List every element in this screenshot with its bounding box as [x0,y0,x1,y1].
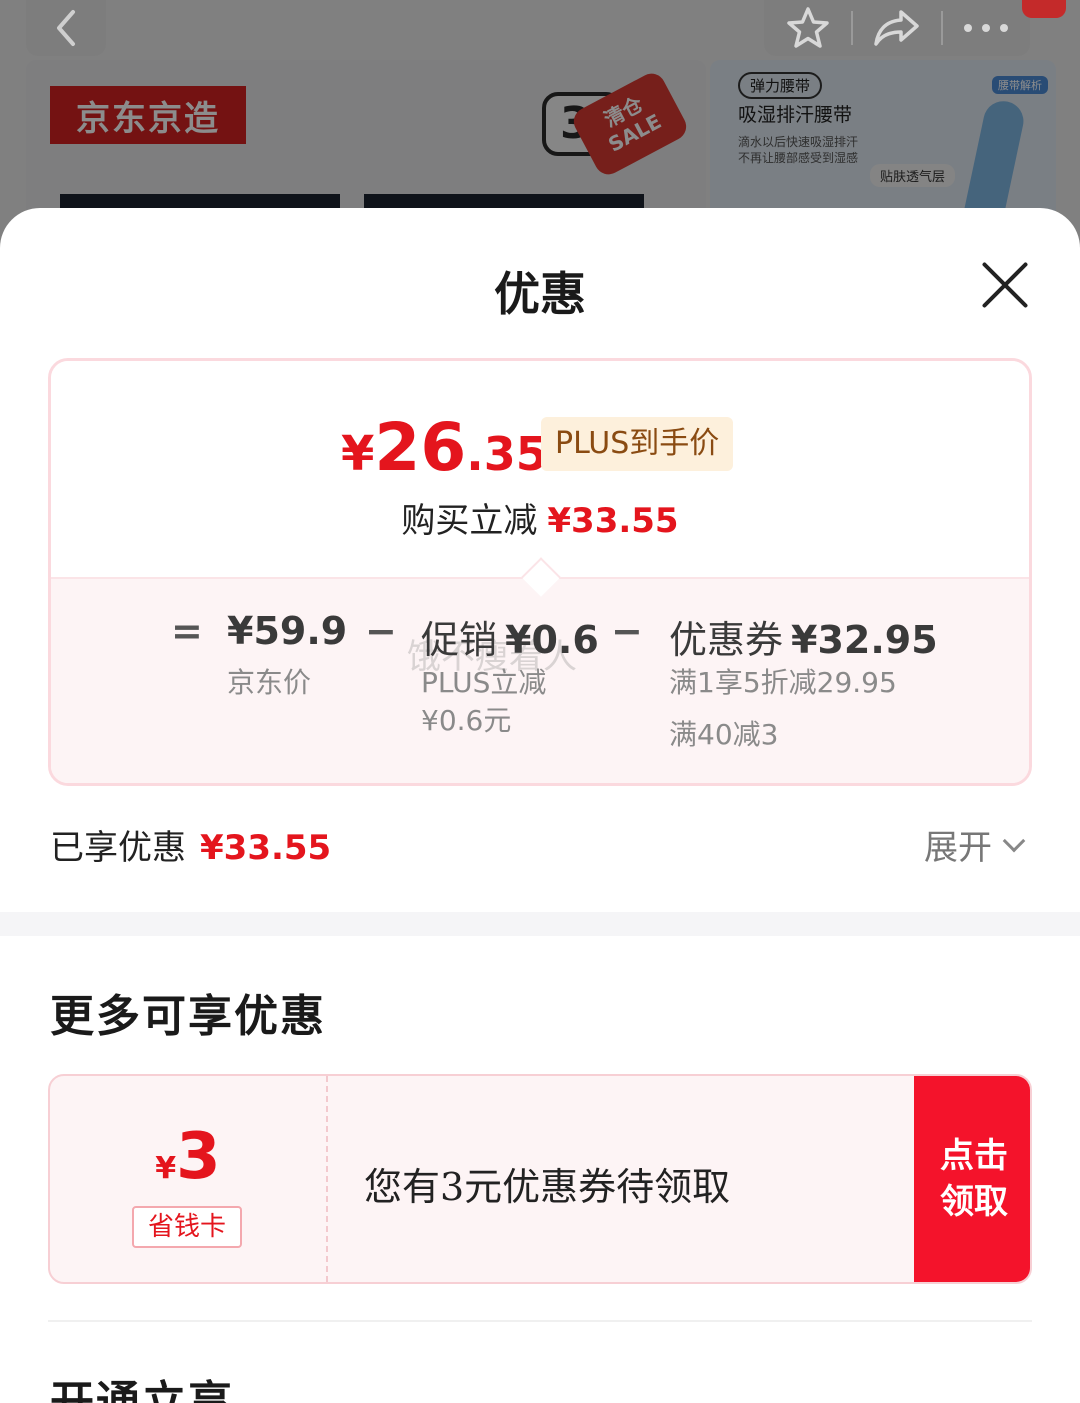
final-price: ¥26.35 [341,409,548,486]
coupon-sub: 满1享5折减29.95 [669,666,897,699]
price-integer: 26 [374,409,467,486]
more-dots-icon [964,24,1009,32]
star-icon [786,7,829,48]
price-decimal: .35 [466,427,548,481]
section-gap [0,912,1080,936]
promo-label: 促销 [421,618,498,662]
instant-save-amount: ¥33.55 [547,501,679,541]
instant-save-line: 购买立减 ¥33.55 [51,493,1029,542]
coupon-type-tag: 省钱卡 [132,1206,242,1248]
promo-amount: ¥0.6 [505,618,599,662]
enjoyed-label: 已享优惠 [50,828,186,868]
expand-label: 展开 [924,828,992,868]
notification-badge [1022,0,1066,18]
claim-button-line: 领取 [940,1182,1008,1222]
divider [48,1320,1032,1322]
coupon-label: 优惠券 [669,618,784,662]
coupon-card-amount: ¥3 [50,1120,326,1194]
top-action-bar [764,0,1030,56]
coupon-sub: 满40减3 [669,718,779,751]
promo-sub: PLUS立减 [421,666,547,699]
coupon-card-number: 3 [176,1120,221,1194]
coupon-card: ¥3 省钱卡 您有3元优惠券待领取 点击 领取 [48,1074,1032,1284]
currency-symbol: ¥ [155,1151,177,1186]
promo-sub: ¥0.6元 [421,704,512,737]
more-discounts-title: 更多可享优惠 [50,991,326,1042]
sheet-title: 优惠 [494,267,586,321]
more-button[interactable] [943,0,1030,56]
expand-button[interactable]: 展开 [924,820,1026,869]
instant-save-label: 购买立减 [401,501,538,541]
minus-sign: − [611,609,643,653]
share-button[interactable] [853,0,940,56]
enjoyed-amount: ¥33.55 [200,828,332,868]
coupon-value-area: ¥3 省钱卡 [50,1076,326,1282]
minus-sign: − [365,609,397,653]
membership-section-title: 开通立享 [50,1377,234,1403]
enjoyed-discount: 已享优惠 ¥33.55 [50,820,331,869]
share-icon [874,10,919,46]
chevron-left-icon [57,10,75,46]
price-summary: ¥26.35 PLUS到手价 购买立减 ¥33.55 [51,361,1029,577]
plus-price-badge: PLUS到手价 [541,417,734,471]
close-icon[interactable] [978,258,1032,312]
claim-button-line: 点击 [940,1136,1008,1176]
price-card: ¥26.35 PLUS到手价 购买立减 ¥33.55 饿不瘦着人 = ¥59.9 … [48,358,1032,786]
jd-price-label: 京东价 [227,666,312,699]
coupon-value: 优惠券 ¥32.95 [669,609,938,664]
equals-sign: = [171,609,203,653]
dashed-divider [326,1076,328,1282]
claim-coupon-button[interactable]: 点击 领取 [914,1076,1030,1282]
currency-symbol: ¥ [341,426,375,482]
favorite-button[interactable] [764,0,851,56]
promo-value: 促销 ¥0.6 [421,609,599,664]
discount-sheet: 优惠 ¥26.35 PLUS到手价 购买立减 ¥33.55 饿不瘦着人 = ¥59… [0,208,1080,1403]
back-button[interactable] [26,0,106,56]
coupon-amount: ¥32.95 [791,618,938,662]
jd-price-value: ¥59.9 [227,609,348,653]
chevron-down-icon [1002,829,1026,852]
price-breakdown: 饿不瘦着人 = ¥59.9 京东价 − 促销 ¥0.6 PLUS立减 ¥0.6元 … [51,557,1029,783]
coupon-description: 您有3元优惠券待领取 [364,1165,731,1209]
